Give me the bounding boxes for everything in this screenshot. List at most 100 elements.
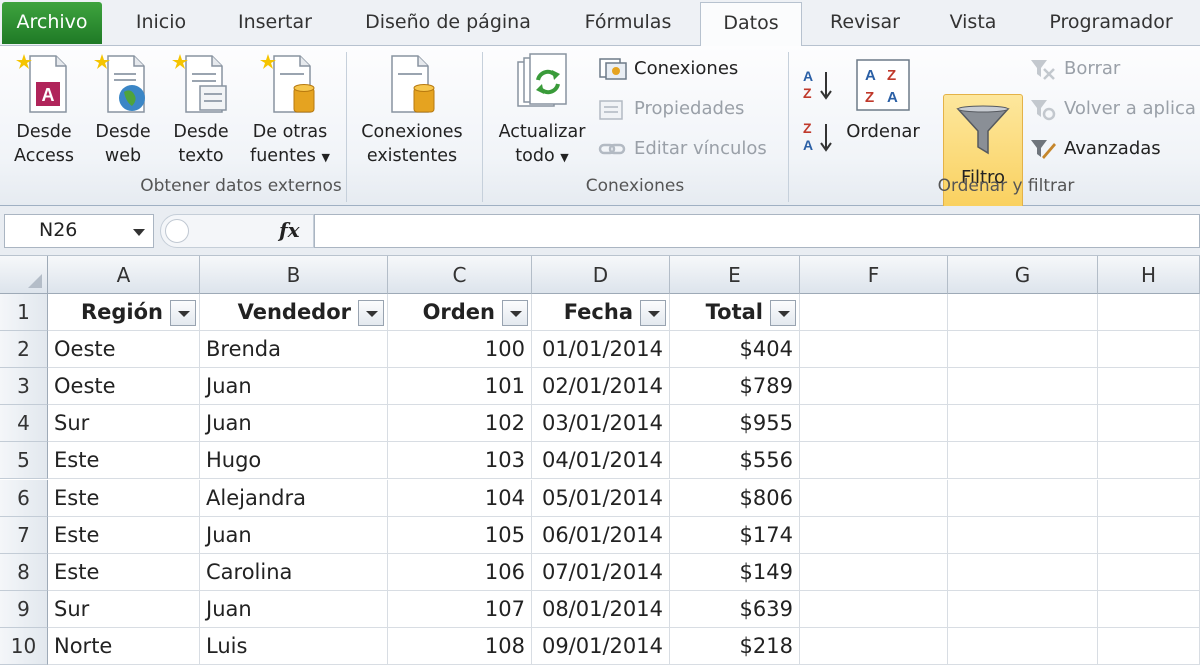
- sort-descending-button[interactable]: Z A: [800, 118, 840, 154]
- from-other-sources-button[interactable]: De otras fuentes ▼: [240, 50, 340, 172]
- empty-cell[interactable]: [948, 442, 1098, 480]
- filter-dropdown-icon[interactable]: [640, 300, 666, 326]
- cell-vendedor[interactable]: Luis: [200, 627, 388, 665]
- cell-total[interactable]: $149: [670, 553, 800, 591]
- tab-vista[interactable]: Vista: [934, 0, 1012, 46]
- empty-cell[interactable]: [948, 553, 1098, 591]
- cell-total[interactable]: $955: [670, 405, 800, 443]
- empty-cell[interactable]: [948, 294, 1098, 332]
- cell-fecha[interactable]: 08/01/2014: [532, 590, 670, 628]
- cell-vendedor[interactable]: Brenda: [200, 331, 388, 369]
- cell-total[interactable]: $806: [670, 479, 800, 517]
- reapply-button[interactable]: Volver a aplica: [1028, 94, 1200, 124]
- cell-fecha[interactable]: 03/01/2014: [532, 405, 670, 443]
- empty-cell[interactable]: [1098, 553, 1200, 591]
- empty-cell[interactable]: [948, 331, 1098, 369]
- empty-cell[interactable]: [948, 590, 1098, 628]
- sort-button[interactable]: A Z Z A Ordenar: [840, 50, 926, 150]
- header-cell-vendedor[interactable]: Vendedor: [200, 294, 388, 332]
- tab-programador[interactable]: Programador: [1036, 0, 1186, 46]
- row-header[interactable]: 6: [0, 479, 48, 517]
- cell-region[interactable]: Oeste: [48, 368, 200, 406]
- header-cell-fecha[interactable]: Fecha: [532, 294, 670, 332]
- row-header[interactable]: 10: [0, 627, 48, 665]
- empty-cell[interactable]: [800, 553, 948, 591]
- cell-fecha[interactable]: 09/01/2014: [532, 627, 670, 665]
- from-access-button[interactable]: A Desde Access: [4, 50, 84, 172]
- name-box-dropdown-icon[interactable]: [133, 229, 145, 236]
- column-header-g[interactable]: G: [948, 256, 1098, 294]
- column-header-c[interactable]: C: [388, 256, 532, 294]
- empty-cell[interactable]: [948, 405, 1098, 443]
- empty-cell[interactable]: [1098, 442, 1200, 480]
- cell-orden[interactable]: 101: [388, 368, 532, 406]
- row-header[interactable]: 3: [0, 368, 48, 406]
- header-cell-total[interactable]: Total: [670, 294, 800, 332]
- column-header-d[interactable]: D: [532, 256, 670, 294]
- cell-orden[interactable]: 104: [388, 479, 532, 517]
- cell-vendedor[interactable]: Juan: [200, 405, 388, 443]
- cell-total[interactable]: $218: [670, 627, 800, 665]
- tab-revisar[interactable]: Revisar: [818, 0, 912, 46]
- row-header[interactable]: 5: [0, 442, 48, 480]
- filter-dropdown-icon[interactable]: [170, 300, 196, 326]
- empty-cell[interactable]: [1098, 294, 1200, 332]
- empty-cell[interactable]: [1098, 331, 1200, 369]
- edit-links-button[interactable]: Editar vínculos: [598, 134, 788, 164]
- empty-cell[interactable]: [800, 590, 948, 628]
- column-header-f[interactable]: F: [800, 256, 948, 294]
- cell-orden[interactable]: 107: [388, 590, 532, 628]
- cell-vendedor[interactable]: Juan: [200, 590, 388, 628]
- tab-archivo[interactable]: Archivo: [2, 2, 102, 44]
- row-header[interactable]: 8: [0, 553, 48, 591]
- empty-cell[interactable]: [800, 479, 948, 517]
- empty-cell[interactable]: [1098, 405, 1200, 443]
- cell-orden[interactable]: 106: [388, 553, 532, 591]
- cell-region[interactable]: Este: [48, 553, 200, 591]
- filter-dropdown-icon[interactable]: [502, 300, 528, 326]
- cell-vendedor[interactable]: Hugo: [200, 442, 388, 480]
- cell-vendedor[interactable]: Juan: [200, 368, 388, 406]
- cell-total[interactable]: $404: [670, 331, 800, 369]
- cell-vendedor[interactable]: Carolina: [200, 553, 388, 591]
- refresh-all-button[interactable]: Actualizar todo ▼: [488, 50, 596, 172]
- empty-cell[interactable]: [1098, 479, 1200, 517]
- row-header[interactable]: 2: [0, 331, 48, 369]
- cell-region[interactable]: Sur: [48, 590, 200, 628]
- empty-cell[interactable]: [948, 627, 1098, 665]
- empty-cell[interactable]: [800, 627, 948, 665]
- row-header[interactable]: 4: [0, 405, 48, 443]
- cell-region[interactable]: Este: [48, 516, 200, 554]
- cell-total[interactable]: $174: [670, 516, 800, 554]
- empty-cell[interactable]: [948, 479, 1098, 517]
- tab-diseno-pagina[interactable]: Diseño de página: [352, 0, 544, 46]
- cell-vendedor[interactable]: Juan: [200, 516, 388, 554]
- empty-cell[interactable]: [1098, 516, 1200, 554]
- empty-cell[interactable]: [948, 516, 1098, 554]
- row-header[interactable]: 9: [0, 590, 48, 628]
- column-header-e[interactable]: E: [670, 256, 800, 294]
- empty-cell[interactable]: [800, 294, 948, 332]
- connections-button[interactable]: Conexiones: [598, 54, 778, 84]
- cell-fecha[interactable]: 01/01/2014: [532, 331, 670, 369]
- empty-cell[interactable]: [800, 442, 948, 480]
- cell-fecha[interactable]: 05/01/2014: [532, 479, 670, 517]
- empty-cell[interactable]: [800, 331, 948, 369]
- cell-fecha[interactable]: 06/01/2014: [532, 516, 670, 554]
- tab-insertar[interactable]: Insertar: [222, 0, 328, 46]
- cell-orden[interactable]: 108: [388, 627, 532, 665]
- tab-formulas[interactable]: Fórmulas: [570, 0, 686, 46]
- column-header-a[interactable]: A: [48, 256, 200, 294]
- clear-filter-button[interactable]: Borrar: [1028, 54, 1200, 84]
- cell-total[interactable]: $789: [670, 368, 800, 406]
- column-header-h[interactable]: H: [1098, 256, 1200, 294]
- header-cell-orden[interactable]: Orden: [388, 294, 532, 332]
- row-header[interactable]: 1: [0, 294, 48, 332]
- cell-region[interactable]: Este: [48, 442, 200, 480]
- cell-region[interactable]: Este: [48, 479, 200, 517]
- insert-function-icon[interactable]: fx: [279, 218, 300, 242]
- formula-input[interactable]: [314, 214, 1200, 248]
- existing-connections-button[interactable]: Conexiones existentes: [352, 50, 472, 172]
- header-cell-region[interactable]: Región: [48, 294, 200, 332]
- cell-region[interactable]: Norte: [48, 627, 200, 665]
